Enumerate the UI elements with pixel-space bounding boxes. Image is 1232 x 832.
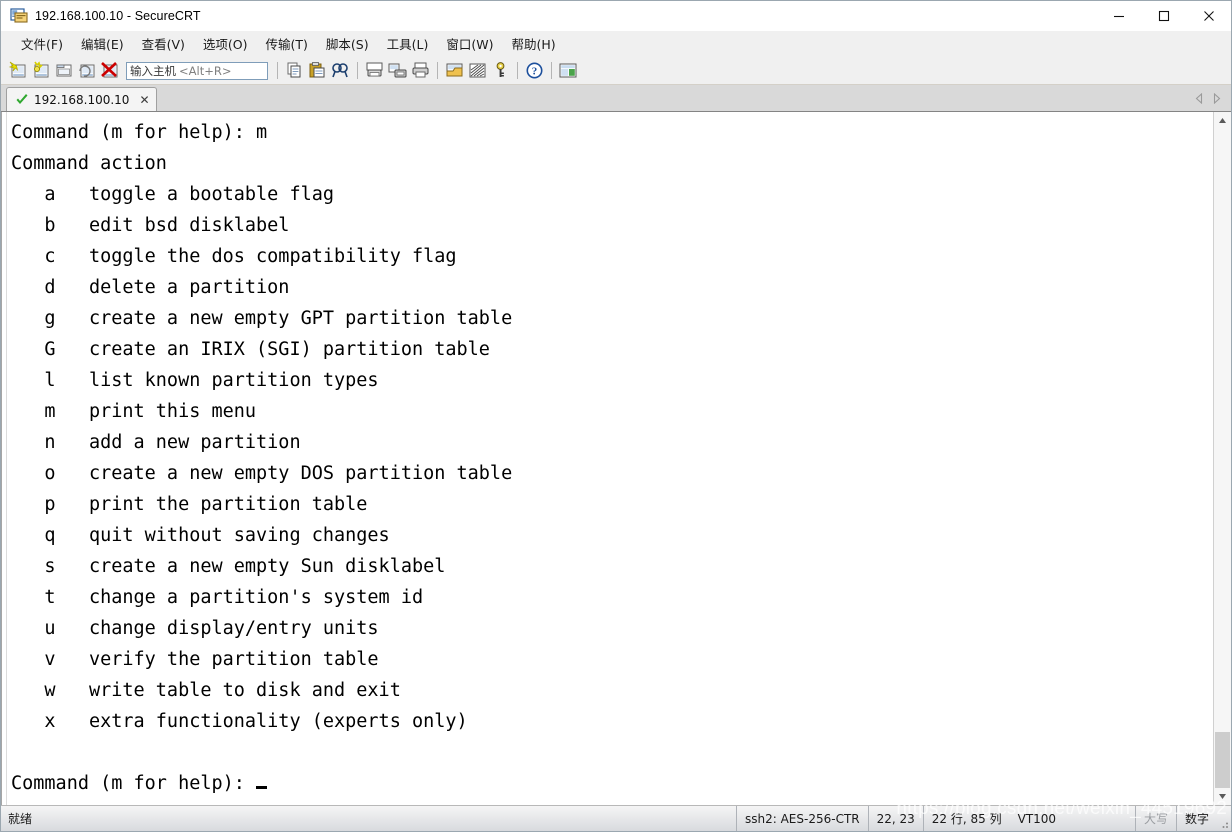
terminal-line: Command (m for help): m	[11, 122, 268, 143]
arrange-icon[interactable]	[558, 60, 579, 81]
terminal-prompt-text: Command (m for help):	[11, 773, 257, 794]
securecrt-window: 192.168.100.10 - SecureCRT 文件(F) 编辑(E) 查…	[0, 0, 1232, 832]
terminal-area: Command (m for help): m Command action a…	[1, 111, 1231, 805]
svg-text:?: ?	[532, 66, 538, 78]
terminal-line: t change a partition's system id	[11, 587, 424, 608]
securecrt-icon	[10, 7, 28, 25]
close-button[interactable]	[1186, 1, 1231, 30]
title-bar: 192.168.100.10 - SecureCRT	[1, 1, 1231, 31]
status-cursor-position: 22, 23	[867, 806, 923, 831]
toolbar-separator-1	[277, 62, 278, 79]
session-tab-label: 192.168.100.10	[34, 92, 130, 107]
quick-connect-icon[interactable]	[31, 60, 52, 81]
menu-tools[interactable]: 工具(L)	[378, 31, 438, 56]
tab-prev-icon[interactable]	[1191, 88, 1208, 108]
tab-next-icon[interactable]	[1208, 88, 1225, 108]
scrollbar-down-icon[interactable]	[1214, 788, 1231, 805]
disconnect-icon[interactable]	[100, 60, 121, 81]
status-screen-size: 22 行, 85 列	[922, 806, 1010, 831]
window-controls	[1096, 1, 1231, 30]
menu-bar: 文件(F) 编辑(E) 查看(V) 选项(O) 传输(T) 脚本(S) 工具(L…	[1, 31, 1231, 57]
status-bar: 就绪 ssh2: AES-256-CTR 22, 23 22 行, 85 列 V…	[1, 798, 1231, 831]
new-session-icon[interactable]	[8, 60, 29, 81]
terminal-screen[interactable]: Command (m for help): m Command action a…	[7, 112, 1213, 805]
scrollbar-thumb[interactable]	[1215, 732, 1230, 788]
terminal-line: q quit without saving changes	[11, 525, 390, 546]
toolbar-separator-4	[517, 62, 518, 79]
terminal-line: v verify the partition table	[11, 649, 379, 670]
menu-view[interactable]: 查看(V)	[133, 31, 194, 56]
print-screen-icon[interactable]	[364, 60, 385, 81]
toolbar-separator-3	[437, 62, 438, 79]
status-ready: 就绪	[8, 812, 33, 826]
status-emulation: VT100	[1017, 811, 1057, 826]
terminal-line: s create a new empty Sun disklabel	[11, 556, 446, 577]
terminal-line: l list known partition types	[11, 370, 379, 391]
terminal-scrollbar[interactable]	[1213, 112, 1231, 805]
minimize-button[interactable]	[1096, 1, 1141, 30]
maximize-button[interactable]	[1141, 1, 1186, 30]
terminal-line: c toggle the dos compatibility flag	[11, 246, 457, 267]
connect-in-tab-icon[interactable]	[54, 60, 75, 81]
transfer-icon[interactable]	[467, 60, 488, 81]
menu-window[interactable]: 窗口(W)	[437, 31, 502, 56]
menu-transfer[interactable]: 传输(T)	[257, 31, 317, 56]
toolbar-separator-5	[551, 62, 552, 79]
key-icon[interactable]	[490, 60, 511, 81]
menu-script[interactable]: 脚本(S)	[317, 31, 378, 56]
session-tab[interactable]: 192.168.100.10 ✕	[6, 87, 157, 111]
host-input[interactable]: 输入主机 <Alt+R>	[126, 61, 268, 80]
print-icon[interactable]	[410, 60, 431, 81]
terminal-line: G create an IRIX (SGI) partition table	[11, 339, 490, 360]
menu-file[interactable]: 文件(F)	[12, 31, 72, 56]
host-input-placeholder: 输入主机	[130, 63, 176, 78]
tab-bar: 192.168.100.10 ✕	[1, 85, 1231, 111]
terminal-line: b edit bsd disklabel	[11, 215, 290, 236]
copy-icon[interactable]	[284, 60, 305, 81]
paste-icon[interactable]	[307, 60, 328, 81]
find-icon[interactable]	[330, 60, 351, 81]
session-options-icon[interactable]	[444, 60, 465, 81]
tab-close-icon[interactable]: ✕	[139, 94, 149, 106]
terminal-line: x extra functionality (experts only)	[11, 711, 468, 732]
connected-check-icon	[15, 93, 29, 107]
terminal-line: p print the partition table	[11, 494, 368, 515]
log-session-icon[interactable]	[387, 60, 408, 81]
scrollbar-track[interactable]	[1214, 129, 1231, 788]
status-cipher: ssh2: AES-256-CTR	[736, 806, 868, 831]
terminal-prompt-line: Command (m for help):	[11, 768, 1213, 799]
help-icon[interactable]: ?	[524, 60, 545, 81]
menu-edit[interactable]: 编辑(E)	[72, 31, 133, 56]
status-num-lock: 数字	[1175, 806, 1217, 831]
terminal-line: g create a new empty GPT partition table	[11, 308, 513, 329]
terminal-line: d delete a partition	[11, 277, 290, 298]
terminal-line: m print this menu	[11, 401, 257, 422]
terminal-cursor	[256, 786, 268, 789]
host-input-shortcut-hint: <Alt+R>	[179, 63, 232, 78]
terminal-line: n add a new partition	[11, 432, 301, 453]
terminal-line: u change display/entry units	[11, 618, 379, 639]
menu-options[interactable]: 选项(O)	[194, 31, 257, 56]
window-title: 192.168.100.10 - SecureCRT	[35, 8, 201, 23]
terminal-line: w write table to disk and exit	[11, 680, 401, 701]
menu-help[interactable]: 帮助(H)	[502, 31, 564, 56]
terminal-line: o create a new empty DOS partition table	[11, 463, 513, 484]
reconnect-icon[interactable]	[77, 60, 98, 81]
scrollbar-up-icon[interactable]	[1214, 112, 1231, 129]
terminal-line: a toggle a bootable flag	[11, 184, 335, 205]
tab-navigation	[1191, 85, 1231, 111]
status-caps-lock: 大写	[1134, 806, 1176, 831]
tool-bar: 输入主机 <Alt+R> ?	[1, 57, 1231, 85]
resize-grip[interactable]	[1217, 806, 1231, 831]
terminal-line: Command action	[11, 153, 167, 174]
toolbar-separator-2	[357, 62, 358, 79]
